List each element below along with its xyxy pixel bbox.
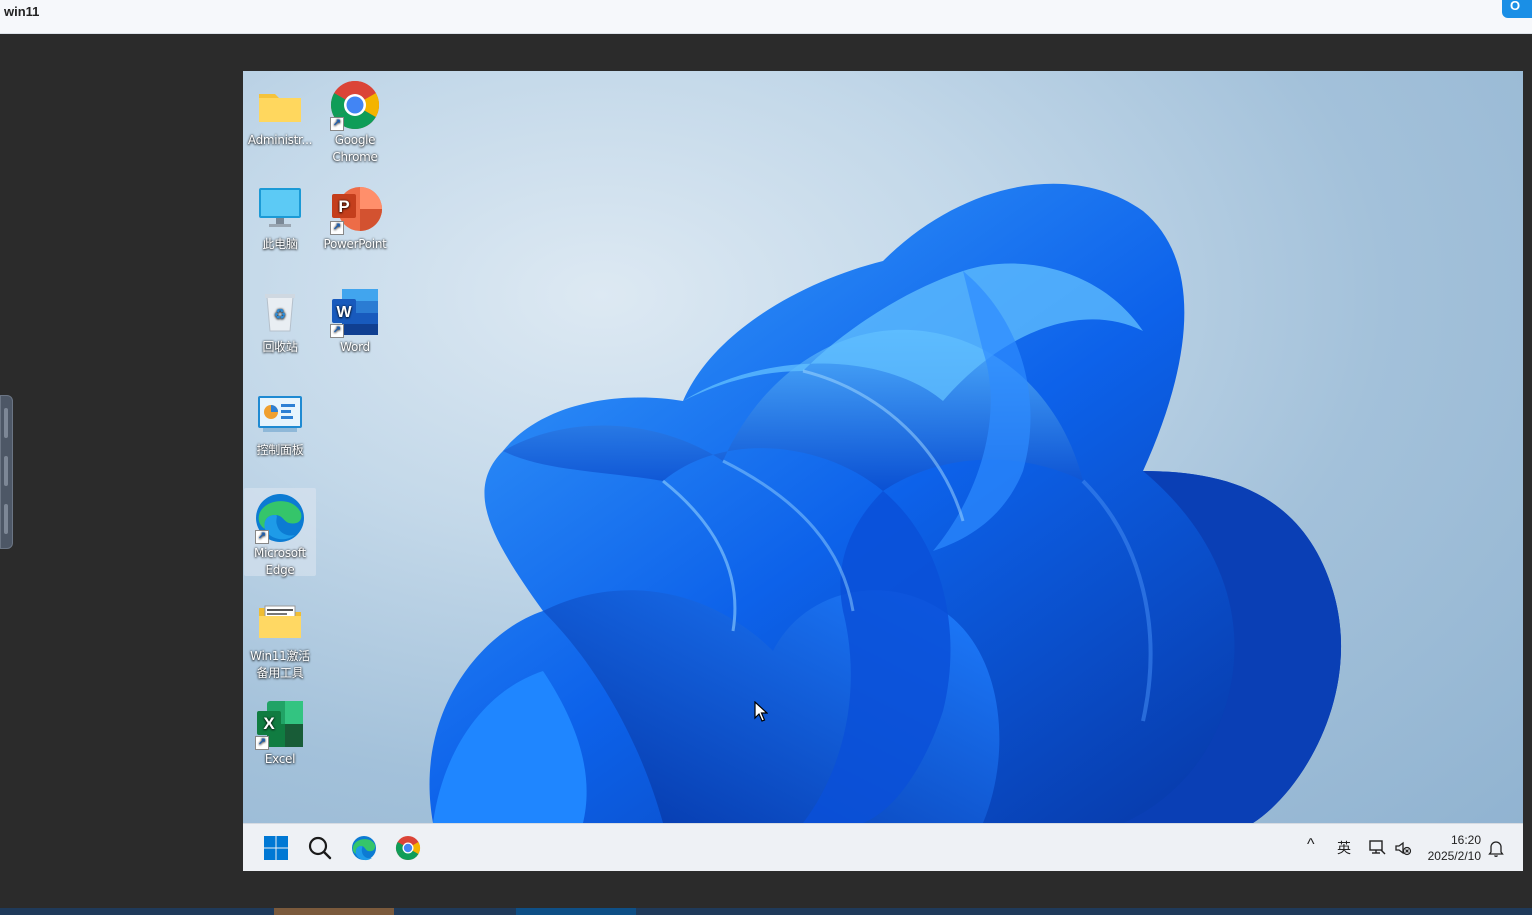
desktop-icon-chrome[interactable]: ↗ Google Chrome bbox=[319, 75, 391, 166]
desktop-icon-excel[interactable]: X ↗ Excel bbox=[244, 694, 316, 768]
svg-text:P: P bbox=[338, 197, 349, 216]
desktop-icon-edge[interactable]: ↗ Microsoft Edge bbox=[244, 488, 316, 577]
tools-folder-icon bbox=[253, 594, 307, 648]
mouse-cursor-icon bbox=[754, 701, 768, 722]
taskbar-clock[interactable]: 16:20 2025/2/10 bbox=[1413, 832, 1481, 864]
volume-muted-icon[interactable] bbox=[1393, 838, 1413, 858]
chrome-icon bbox=[395, 836, 421, 861]
svg-text:W: W bbox=[336, 304, 352, 321]
host-bottom-strip bbox=[0, 908, 1532, 915]
start-button[interactable] bbox=[258, 830, 294, 866]
desktop-icon-word[interactable]: W ↗ Word bbox=[319, 282, 391, 356]
shortcut-arrow-icon: ↗ bbox=[330, 221, 344, 235]
powerpoint-icon: P ↗ bbox=[328, 182, 382, 236]
search-button[interactable] bbox=[302, 830, 338, 866]
desktop-icon-administrator[interactable]: Administr... bbox=[244, 75, 316, 149]
shortcut-arrow-icon: ↗ bbox=[330, 117, 344, 131]
folder-icon bbox=[253, 78, 307, 132]
vm-screen[interactable]: Administr... 此电脑 ♻ 回收站 控制面板 ↗ Microsoft … bbox=[243, 71, 1523, 871]
shortcut-arrow-icon: ↗ bbox=[255, 530, 269, 544]
excel-icon: X ↗ bbox=[253, 697, 307, 751]
start-icon bbox=[264, 836, 288, 860]
taskbar-chrome-button[interactable] bbox=[390, 830, 426, 866]
recycle-bin-icon: ♻ bbox=[253, 285, 307, 339]
edge-icon: ↗ bbox=[253, 491, 307, 545]
svg-text:X: X bbox=[263, 714, 275, 733]
control-panel-icon bbox=[253, 388, 307, 442]
desktop-icon-control-panel[interactable]: 控制面板 bbox=[244, 385, 316, 459]
taskbar: ^ 英 16:20 2025/2/10 bbox=[243, 823, 1523, 871]
host-titlebar: win11 O bbox=[0, 0, 1532, 34]
chrome-icon: ↗ bbox=[328, 78, 382, 132]
search-icon bbox=[308, 836, 332, 860]
desktop-icon-recycle-bin[interactable]: ♻ 回收站 bbox=[244, 282, 316, 356]
network-icon[interactable] bbox=[1367, 838, 1387, 858]
input-method-indicator[interactable]: 英 bbox=[1337, 838, 1351, 858]
desktop-icon-win11-tools[interactable]: Win11激活备用工具 bbox=[244, 591, 316, 682]
notification-bell-icon[interactable] bbox=[1487, 838, 1505, 858]
desktop-icon-powerpoint[interactable]: P ↗ PowerPoint bbox=[319, 179, 391, 253]
svg-text:♻: ♻ bbox=[274, 307, 287, 323]
desktop-icon-this-pc[interactable]: 此电脑 bbox=[244, 179, 316, 253]
shortcut-arrow-icon: ↗ bbox=[330, 324, 344, 338]
taskbar-edge-button[interactable] bbox=[346, 830, 382, 866]
wallpaper-bloom bbox=[429, 183, 1342, 823]
corner-button[interactable]: O bbox=[1502, 0, 1532, 18]
shortcut-arrow-icon: ↗ bbox=[255, 736, 269, 750]
this-pc-icon bbox=[253, 182, 307, 236]
clock-date: 2025/2/10 bbox=[1427, 849, 1481, 863]
edge-icon bbox=[352, 836, 376, 861]
show-hidden-icons-chevron-icon[interactable]: ^ bbox=[1307, 836, 1315, 854]
window-title: win11 bbox=[4, 4, 40, 19]
clock-time: 16:20 bbox=[1450, 833, 1481, 847]
side-panel-handle[interactable] bbox=[0, 395, 13, 549]
word-icon: W ↗ bbox=[328, 285, 382, 339]
